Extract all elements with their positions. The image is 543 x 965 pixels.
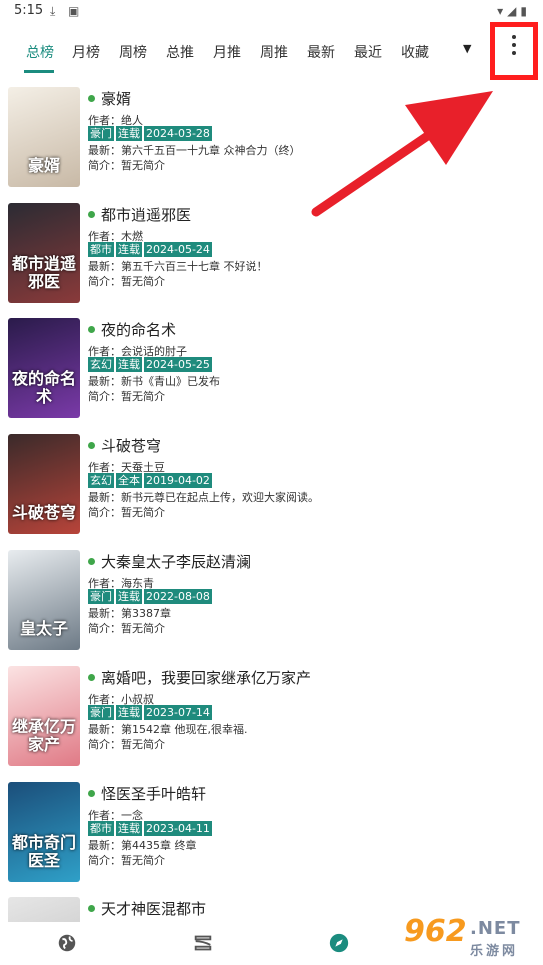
status-tag: 连载 [116,242,142,257]
ranking-tabs: 总榜 月榜 周榜 总推 月推 周推 最新 最近 收藏 ▼ [0,28,543,76]
book-item[interactable]: 斗破苍穹 斗破苍穹 作者：天蚕土豆 玄幻 全本 2019-04-02 最新：新书… [0,434,543,550]
update-dot [88,442,95,449]
tab-yuetui[interactable]: 月推 [213,42,241,62]
status-tag: 连载 [116,357,142,372]
date-tag: 2022-08-08 [144,589,212,604]
book-intro: 简介：暂无简介 [88,390,165,403]
book-title: 天才神医混都市 [101,900,207,918]
update-dot [88,905,95,912]
book-title: 怪医圣手叶皓轩 [101,785,207,803]
signal-battery-icons: ▾◢▮ [497,4,531,18]
date-tag: 2024-05-24 [144,242,212,257]
date-tag: 2023-07-14 [144,705,212,720]
date-tag: 2024-03-28 [144,126,212,141]
book-intro: 简介：暂无简介 [88,275,165,288]
book-intro: 简介：暂无简介 [88,159,165,172]
tab-zongbang[interactable]: 总榜 [26,42,54,62]
latest-chapter: 最新：第3387章 [88,607,171,620]
book-cover: 继承亿万家产 [8,666,80,766]
bookshelf-icon[interactable] [192,932,214,954]
more-options-button[interactable] [490,22,538,80]
book-item[interactable]: 夜的命名术 夜的命名术 作者：会说话的肘子 玄幻 连载 2024-05-25 最… [0,318,543,434]
book-tags: 都市 连载 2023-04-11 [88,821,212,836]
book-intro: 简介：暂无简介 [88,854,165,867]
book-title: 斗破苍穹 [101,437,162,455]
status-tag: 连载 [116,589,142,604]
update-dot [88,95,95,102]
site-watermark: 962 .NET 乐游网 [404,914,521,959]
update-dot [88,558,95,565]
latest-chapter: 最新：第六千五百一十九章 众神合力（终） [88,144,301,157]
tab-zuixin[interactable]: 最新 [307,42,335,62]
active-tab-indicator [24,70,54,73]
book-tags: 玄幻 连载 2024-05-25 [88,357,212,372]
date-tag: 2024-05-25 [144,357,212,372]
category-tag: 玄幻 [88,473,114,488]
status-tag: 全本 [116,473,142,488]
book-cover: 皇太子 [8,550,80,650]
update-dot [88,790,95,797]
latest-chapter: 最新：新书《青山》已发布 [88,375,220,388]
status-tag: 连载 [116,821,142,836]
status-time: 5:15 [14,3,44,18]
book-cover: 都市奇门医圣 [8,782,80,882]
book-cover: 斗破苍穹 [8,434,80,534]
tab-zongtui[interactable]: 总推 [166,42,194,62]
book-item[interactable]: 都市逍遥邪医 都市逍遥邪医 作者：木燃 都市 连载 2024-05-24 最新：… [0,203,543,319]
status-tag: 连载 [116,126,142,141]
book-cover [8,897,80,922]
book-tags: 都市 连载 2024-05-24 [88,242,212,257]
compass-icon[interactable] [328,932,350,954]
book-intro: 简介：暂无简介 [88,738,165,751]
more-vert-icon [509,35,519,61]
app-notification-icon: ▣ [68,4,80,18]
tab-zhoutui[interactable]: 周推 [260,42,288,62]
globe-icon[interactable] [56,932,78,954]
book-cover: 夜的命名术 [8,318,80,418]
latest-chapter: 最新：第五千六百三十七章 不好说！ [88,260,268,273]
date-tag: 2023-04-11 [144,821,212,836]
book-item[interactable]: 皇太子 大秦皇太子李辰赵清澜 作者：海东青 豪门 连载 2022-08-08 最… [0,550,543,666]
update-dot [88,326,95,333]
book-title: 豪婿 [101,90,132,108]
latest-chapter: 最新：新书元尊已在起点上传，欢迎大家阅读。 [88,491,319,504]
book-tags: 豪门 连载 2023-07-14 [88,705,212,720]
book-cover: 豪婿 [8,87,80,187]
download-icon: ⤓ [50,4,56,18]
book-item[interactable]: 继承亿万家产 离婚吧，我要回家继承亿万家产 作者：小叔叔 豪门 连载 2023-… [0,666,543,782]
category-tag: 豪门 [88,589,114,604]
tab-zhoubang[interactable]: 周榜 [119,42,147,62]
tab-zuijin[interactable]: 最近 [354,42,382,62]
category-tag: 豪门 [88,126,114,141]
status-bar: 5:15 ⤓ ▣ ▾◢▮ [0,0,543,24]
book-tags: 豪门 连载 2022-08-08 [88,589,212,604]
tab-shoucang[interactable]: 收藏 [401,42,429,62]
status-tag: 连载 [116,705,142,720]
book-intro: 简介：暂无简介 [88,506,165,519]
book-item[interactable]: 豪婿 豪婿 作者：绝人 豪门 连载 2024-03-28 最新：第六千五百一十九… [0,87,543,203]
book-title: 夜的命名术 [101,321,177,339]
tab-yuebang[interactable]: 月榜 [72,42,100,62]
category-tag: 玄幻 [88,357,114,372]
tabs-dropdown-icon[interactable]: ▼ [463,42,471,55]
book-item[interactable]: 都市奇门医圣 怪医圣手叶皓轩 作者：一念 都市 连载 2023-04-11 最新… [0,782,543,898]
category-tag: 都市 [88,242,114,257]
book-tags: 玄幻 全本 2019-04-02 [88,473,212,488]
date-tag: 2019-04-02 [144,473,212,488]
book-title: 离婚吧，我要回家继承亿万家产 [101,669,312,687]
book-intro: 简介：暂无简介 [88,622,165,635]
category-tag: 都市 [88,821,114,836]
latest-chapter: 最新：第4435章 终章 [88,839,197,852]
book-title: 大秦皇太子李辰赵清澜 [101,553,252,571]
update-dot [88,674,95,681]
book-tags: 豪门 连载 2024-03-28 [88,126,212,141]
update-dot [88,211,95,218]
book-cover: 都市逍遥邪医 [8,203,80,303]
book-title: 都市逍遥邪医 [101,206,192,224]
latest-chapter: 最新：第1542章 他现在,很幸福. [88,723,248,736]
category-tag: 豪门 [88,705,114,720]
